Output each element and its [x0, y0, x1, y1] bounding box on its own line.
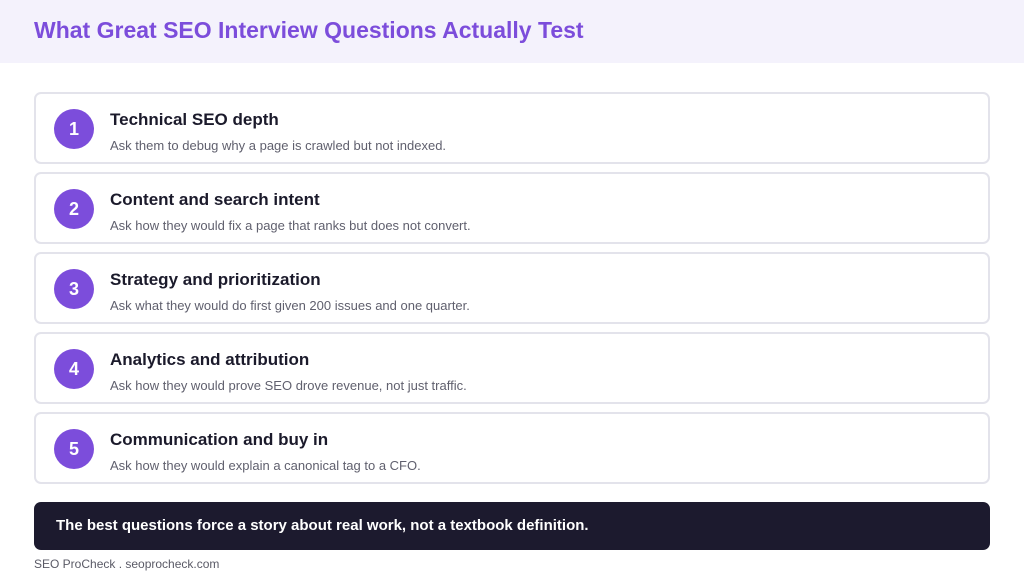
- item-title: Technical SEO depth: [110, 110, 279, 129]
- item-description: Ask what they would do first given 200 i…: [110, 298, 470, 313]
- number-badge: 1: [54, 109, 94, 149]
- takeaway-callout: The best questions force a story about r…: [34, 502, 990, 550]
- number-badge: 3: [54, 269, 94, 309]
- list-item-2: 2 Content and search intent Ask how they…: [34, 172, 990, 244]
- item-description: Ask how they would explain a canonical t…: [110, 458, 421, 473]
- item-description: Ask them to debug why a page is crawled …: [110, 138, 447, 153]
- callout-text: The best questions force a story about r…: [56, 517, 589, 534]
- item-title: Analytics and attribution: [110, 350, 310, 369]
- item-description: Ask how they would fix a page that ranks…: [110, 218, 471, 233]
- item-title: Content and search intent: [110, 190, 320, 209]
- footer-credit: SEO ProCheck . seoprocheck.com: [34, 557, 220, 571]
- item-title: Strategy and prioritization: [110, 270, 321, 289]
- number-badge: 4: [54, 349, 94, 389]
- number-badge: 2: [54, 189, 94, 229]
- list-item-3: 3 Strategy and prioritization Ask what t…: [34, 252, 990, 324]
- page-title: What Great SEO Interview Questions Actua…: [34, 17, 584, 43]
- list-item-5: 5 Communication and buy in Ask how they …: [34, 412, 990, 484]
- list-item-1: 1 Technical SEO depth Ask them to debug …: [34, 92, 990, 164]
- header-band: What Great SEO Interview Questions Actua…: [0, 0, 1024, 63]
- list-item-4: 4 Analytics and attribution Ask how they…: [34, 332, 990, 404]
- item-title: Communication and buy in: [110, 430, 329, 449]
- item-description: Ask how they would prove SEO drove reven…: [110, 378, 467, 393]
- number-badge: 5: [54, 429, 94, 469]
